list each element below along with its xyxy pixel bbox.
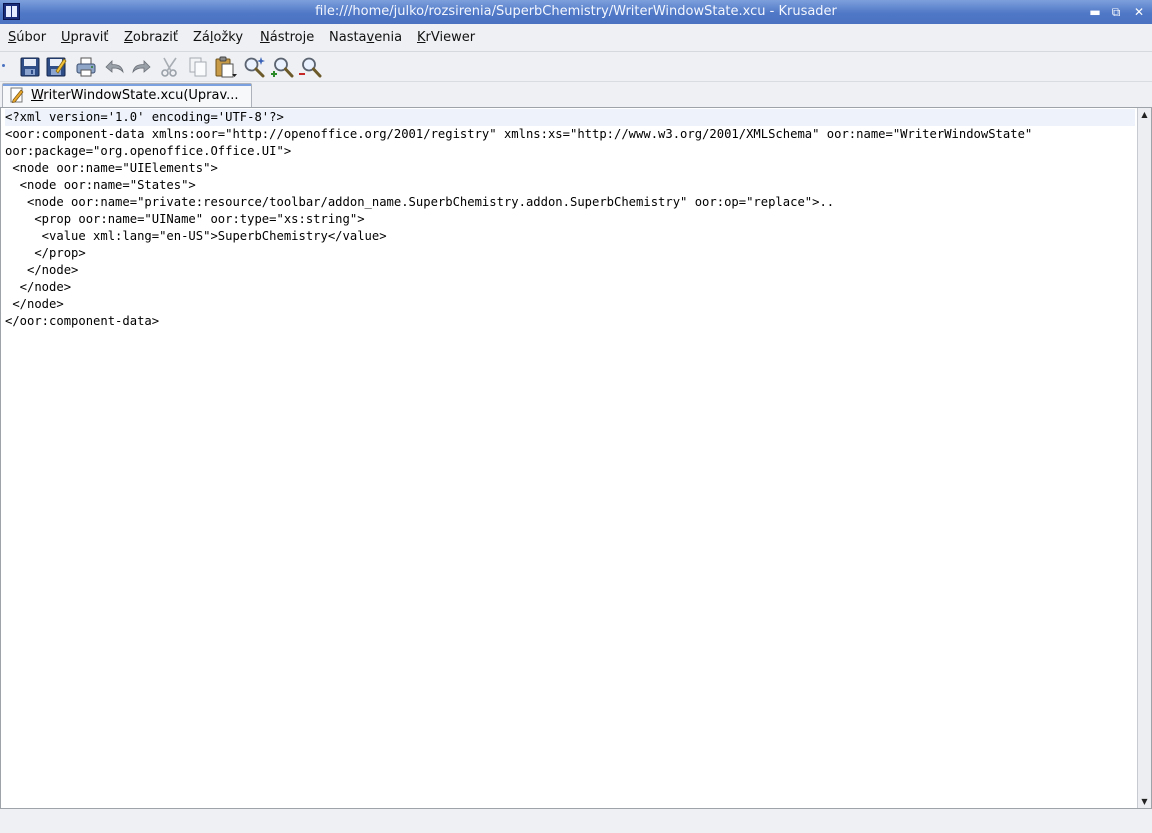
code-line[interactable]: </node> (5, 279, 1135, 296)
code-line[interactable]: </prop> (5, 245, 1135, 262)
minimize-icon[interactable]: ▬ (1087, 4, 1103, 20)
title-bar[interactable]: file:///home/julko/rozsirenia/SuperbChem… (0, 0, 1152, 24)
code-line[interactable]: </node> (5, 296, 1135, 313)
save-as-icon[interactable] (44, 55, 68, 79)
text-editor[interactable]: <?xml version='1.0' encoding='UTF-8'?> <o… (0, 107, 1152, 809)
code-line[interactable]: <node oor:name="private:resource/toolbar… (5, 194, 1135, 211)
vertical-scrollbar[interactable]: ▲ ▼ (1137, 108, 1151, 808)
maximize-icon[interactable]: ⧉ (1108, 4, 1124, 20)
menu-upravit[interactable]: Upraviť (61, 24, 108, 52)
menu-nastavenia[interactable]: Nastavenia (329, 24, 402, 52)
zoom-out-icon[interactable] (298, 55, 322, 79)
scroll-up-icon[interactable]: ▲ (1138, 108, 1151, 121)
menu-krviewer[interactable]: KrViewer (417, 24, 475, 52)
editor-content[interactable]: <?xml version='1.0' encoding='UTF-8'?> <o… (5, 109, 1135, 330)
menu-nastroje[interactable]: Nástroje (260, 24, 314, 52)
find-icon[interactable] (242, 55, 266, 79)
cut-icon[interactable] (158, 55, 182, 79)
code-line[interactable]: </oor:component-data> (5, 313, 1135, 330)
menu-zalozky[interactable]: Záložky (193, 24, 243, 52)
toolbar-handle[interactable] (2, 64, 5, 67)
code-line[interactable]: <prop oor:name="UIName" oor:type="xs:str… (5, 211, 1135, 228)
code-line[interactable]: <node oor:name="UIElements"> (5, 160, 1135, 177)
tab-writerwindowstate[interactable]: WriterWindowState.xcu(Uprav... (2, 83, 252, 107)
tab-label: WriterWindowState.xcu(Uprav... (31, 88, 239, 103)
main-toolbar (0, 52, 1152, 82)
tab-bar: WriterWindowState.xcu(Uprav... (0, 82, 1152, 107)
code-line[interactable]: <?xml version='1.0' encoding='UTF-8'?> (5, 109, 1135, 126)
menu-bar: Súbor Upraviť Zobraziť Záložky Nástroje … (0, 24, 1152, 52)
menu-subor[interactable]: Súbor (8, 24, 46, 52)
zoom-in-icon[interactable] (270, 55, 294, 79)
code-line[interactable]: <value xml:lang="en-US">SuperbChemistry<… (5, 228, 1135, 245)
code-line[interactable]: <oor:component-data xmlns:oor="http://op… (5, 126, 1135, 143)
save-icon[interactable] (18, 55, 42, 79)
menu-zobrazit[interactable]: Zobraziť (124, 24, 178, 52)
edit-document-icon (9, 87, 25, 103)
scroll-down-icon[interactable]: ▼ (1138, 795, 1151, 808)
print-icon[interactable] (74, 55, 98, 79)
copy-icon[interactable] (186, 55, 210, 79)
code-line[interactable]: oor:package="org.openoffice.Office.UI"> (5, 143, 1135, 160)
window-title: file:///home/julko/rozsirenia/SuperbChem… (315, 4, 837, 19)
code-line[interactable]: <node oor:name="States"> (5, 177, 1135, 194)
close-icon[interactable]: ✕ (1131, 4, 1147, 20)
undo-icon[interactable] (102, 55, 126, 79)
code-line[interactable]: </node> (5, 262, 1135, 279)
status-bar (0, 809, 1152, 833)
redo-icon[interactable] (130, 55, 154, 79)
paste-icon[interactable] (213, 55, 237, 79)
